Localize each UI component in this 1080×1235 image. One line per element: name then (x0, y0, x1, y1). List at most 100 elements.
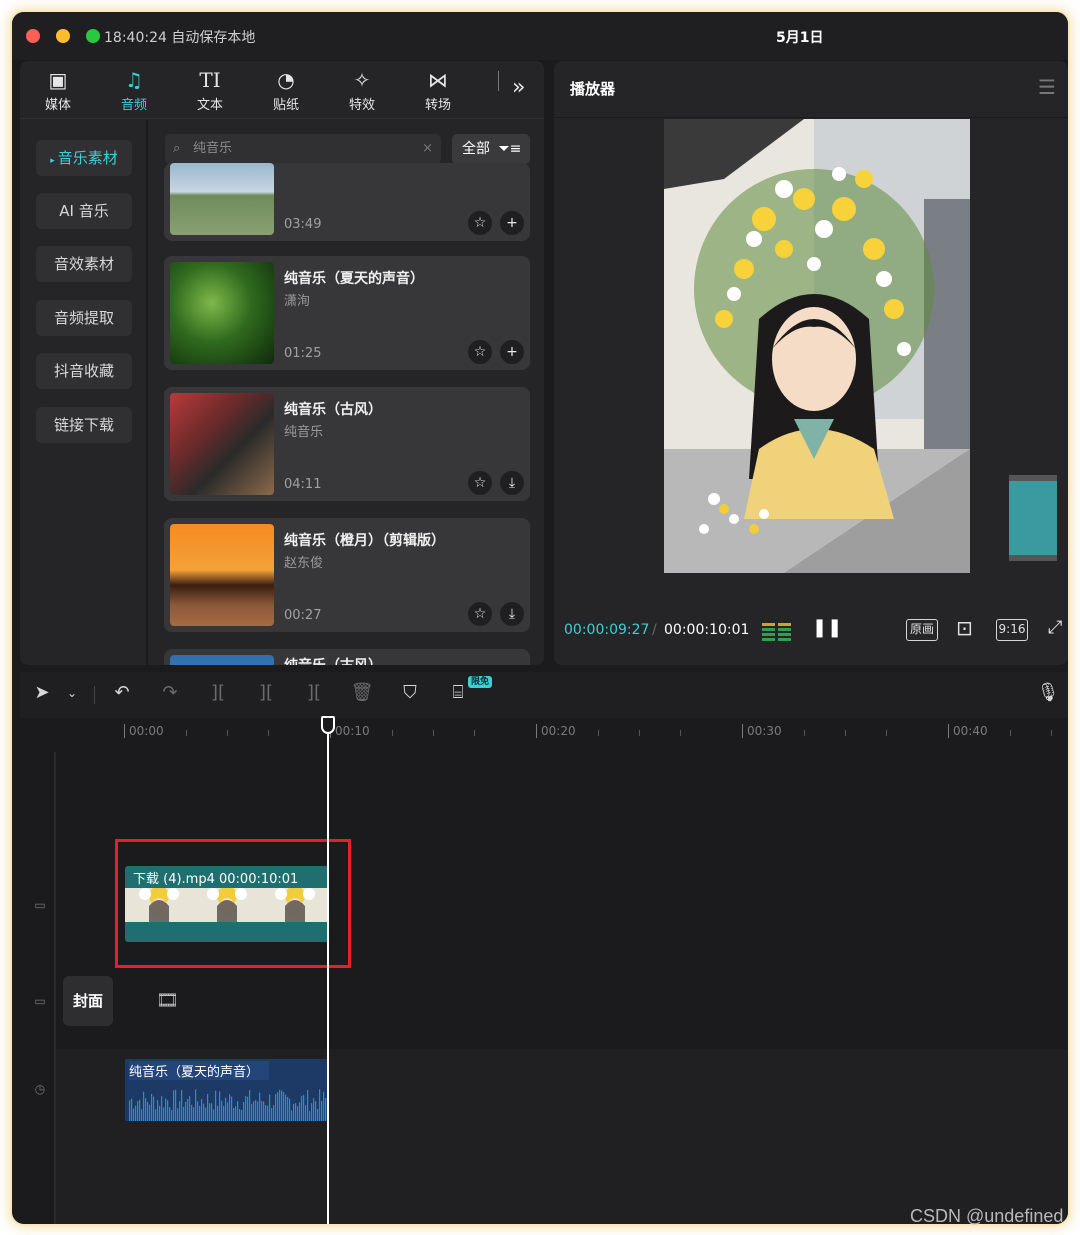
original-quality-button[interactable]: 原画 (906, 619, 938, 641)
tab-text[interactable]: TI 文本 (180, 61, 240, 119)
total-time: 00:00:10:01 (664, 622, 750, 638)
category-douyin-favorites[interactable]: 抖音收藏 (36, 353, 132, 389)
category-audio-extract[interactable]: 音频提取 (36, 300, 132, 336)
waveform-bar (287, 1096, 289, 1121)
side-thumbnail[interactable] (1009, 475, 1057, 561)
download-icon[interactable]: ⤓ (500, 602, 524, 626)
main-track-icon[interactable]: ▭ (32, 994, 48, 1008)
category-ai-music[interactable]: AI 音乐 (36, 193, 132, 229)
waveform-bar (273, 1105, 275, 1121)
undo-icon[interactable]: ↶ (108, 682, 136, 703)
waveform-bar (265, 1105, 267, 1121)
music-card[interactable]: 03:49 ☆ + (164, 163, 530, 241)
waveform-bar (245, 1096, 247, 1121)
search-input[interactable]: ⌕ 纯音乐 × (165, 134, 441, 164)
favorite-star-icon[interactable]: ☆ (468, 471, 492, 495)
waveform-bar (301, 1095, 303, 1121)
delete-icon[interactable]: 🗑 (348, 682, 376, 703)
waveform-bar (139, 1099, 141, 1121)
waveform-bar (187, 1098, 189, 1121)
waveform-bar (147, 1101, 149, 1121)
ruler-tick (598, 730, 599, 736)
waveform-bar (153, 1096, 155, 1121)
ruler-tick (186, 730, 187, 736)
menu-icon[interactable]: ☰ (1038, 75, 1056, 99)
tab-media[interactable]: ▣ 媒体 (28, 61, 88, 119)
category-label: 音乐素材 (57, 149, 118, 167)
sticker-icon: ◔ (277, 68, 295, 92)
waveform-bar (195, 1089, 197, 1121)
zoom-fit-icon[interactable]: ⊡ (956, 616, 973, 640)
audio-clip[interactable]: 纯音乐（夏天的声音） (125, 1059, 329, 1121)
waveform-bar (175, 1089, 177, 1121)
fullscreen-icon[interactable]: ⤢ (1048, 617, 1062, 638)
title-bar: 18:40:24 自动保存本地 5月1日 (12, 12, 1068, 60)
music-card[interactable]: 纯音乐（古风） 纯音乐 04:11 ☆ ⤓ (164, 387, 530, 501)
audio-track-icon[interactable]: ◷ (32, 1082, 48, 1096)
waveform-bar (137, 1101, 139, 1121)
tab-audio[interactable]: ♫ 音频 (104, 61, 164, 119)
waveform-bar (303, 1094, 305, 1121)
favorite-star-icon[interactable]: ☆ (468, 602, 492, 626)
video-preview[interactable] (664, 119, 970, 573)
waveform-bar (319, 1089, 321, 1121)
category-link-download[interactable]: 链接下载 (36, 407, 132, 443)
select-cursor-icon[interactable]: ➤ (28, 682, 56, 703)
marker-icon[interactable]: ⛉ (396, 682, 424, 703)
waveform-bar (317, 1109, 319, 1121)
tab-label: 文本 (196, 98, 223, 113)
waveform-bar (297, 1106, 299, 1121)
ruler-tick (392, 730, 393, 736)
chevron-down-icon[interactable]: ⌄ (58, 686, 86, 700)
category-sound-effects[interactable]: 音效素材 (36, 246, 132, 282)
microphone-icon[interactable]: 🎙 (1034, 682, 1062, 703)
video-track-icon[interactable]: ▭ (32, 898, 48, 912)
add-icon[interactable]: + (500, 211, 524, 235)
close-window-button[interactable] (26, 29, 40, 43)
more-tabs-icon[interactable]: » (512, 75, 525, 100)
film-icon[interactable]: 🎞 (156, 990, 179, 1011)
playhead-handle[interactable] (321, 716, 335, 734)
music-card[interactable]: 纯音乐（橙月）（剪辑版） 赵东俊 00:27 ☆ ⤓ (164, 518, 530, 632)
split-icon[interactable]: ][ (204, 682, 232, 703)
project-title: 5月1日 (776, 30, 824, 46)
playhead[interactable] (327, 718, 329, 1224)
player-title: 播放器 (570, 80, 616, 98)
filter-button[interactable]: 全部 ⏷≡ (452, 134, 530, 164)
waveform-bar (191, 1104, 193, 1121)
waveform-bar (281, 1090, 283, 1121)
waveform-bar (131, 1098, 133, 1121)
trim-right-icon[interactable]: ][ (300, 682, 328, 703)
tab-divider (498, 71, 499, 91)
waveform-bar (129, 1100, 131, 1121)
maximize-window-button[interactable] (86, 29, 100, 43)
waveform-bar (285, 1094, 287, 1121)
waveform-bar (163, 1107, 165, 1121)
music-card[interactable]: 纯音乐（夏天的声音） 潇洵 01:25 ☆ + (164, 256, 530, 370)
favorite-star-icon[interactable]: ☆ (468, 211, 492, 235)
waveform-bar (259, 1092, 261, 1121)
pause-button[interactable]: ❚❚ (812, 617, 842, 638)
time-ruler[interactable]: 00:00 00:10 00:20 00:30 00:40 (20, 718, 1068, 744)
music-duration: 00:27 (284, 608, 322, 623)
waveform-bar (313, 1098, 315, 1121)
waveform-bar (159, 1105, 161, 1121)
tab-effects[interactable]: ✧ 特效 (332, 61, 392, 119)
aspect-ratio-button[interactable]: 9:16 (996, 619, 1028, 641)
redo-icon[interactable]: ↷ (156, 682, 184, 703)
minimize-window-button[interactable] (56, 29, 70, 43)
cover-button[interactable]: 封面 (63, 976, 113, 1026)
add-icon[interactable]: + (500, 340, 524, 364)
category-music[interactable]: ▸ 音乐素材 (36, 140, 132, 176)
waveform-bar (293, 1103, 295, 1121)
tab-sticker[interactable]: ◔ 贴纸 (256, 61, 316, 119)
waveform-bar (253, 1101, 255, 1121)
waveform-bar (193, 1107, 195, 1121)
favorite-star-icon[interactable]: ☆ (468, 340, 492, 364)
music-artist: 纯音乐 (284, 425, 324, 440)
music-card[interactable]: 纯音乐（古风） (164, 649, 530, 665)
clear-search-icon[interactable]: × (422, 134, 433, 164)
download-icon[interactable]: ⤓ (500, 471, 524, 495)
tab-transition[interactable]: ⋈ 转场 (408, 61, 468, 119)
trim-left-icon[interactable]: ][ (252, 682, 280, 703)
